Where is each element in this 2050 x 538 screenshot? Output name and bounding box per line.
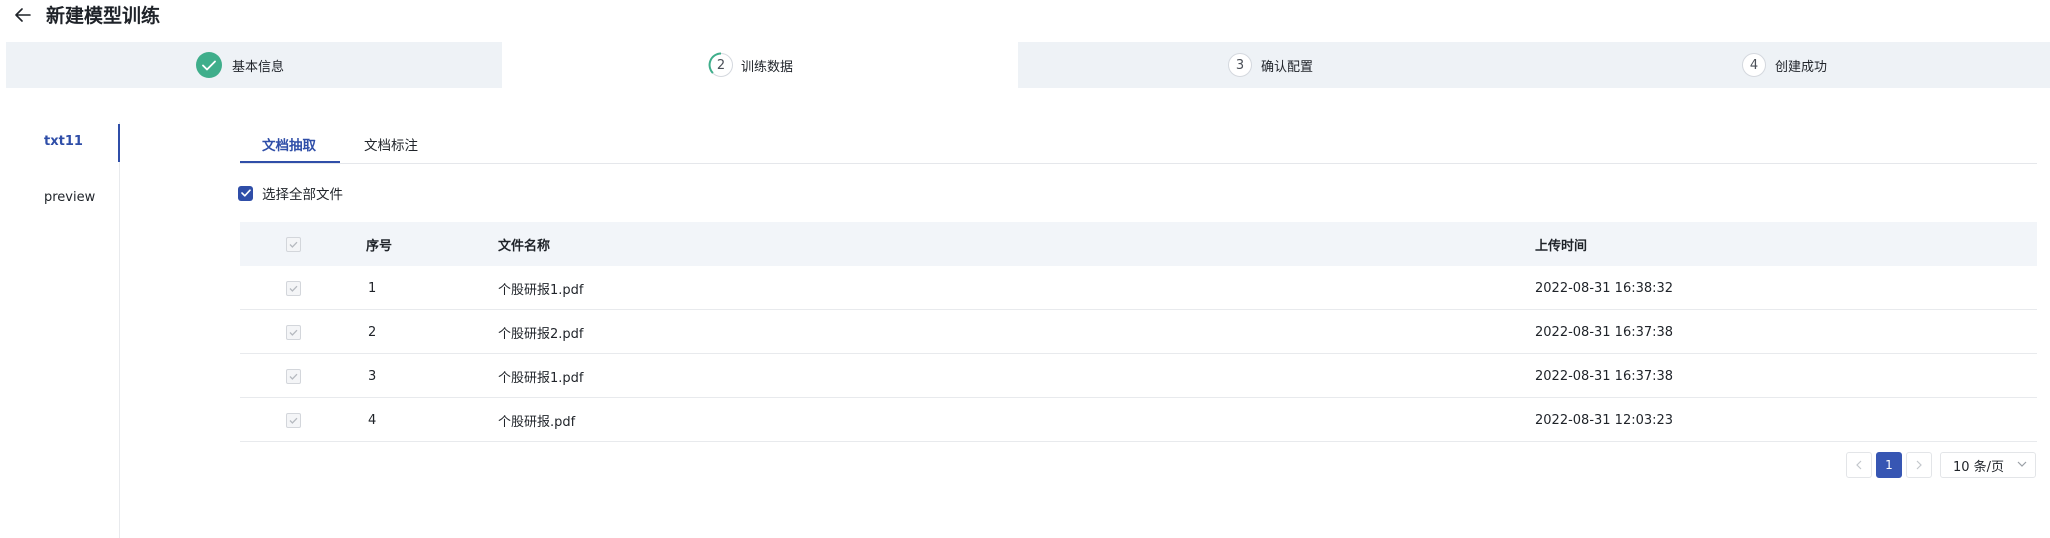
select-all-checkbox[interactable]: 选择全部文件 bbox=[238, 183, 343, 203]
row-checkbox[interactable] bbox=[286, 412, 301, 428]
step-label: 创建成功 bbox=[1775, 59, 1828, 75]
step-number: 2 bbox=[716, 57, 726, 73]
checkbox-checked-icon bbox=[238, 185, 253, 201]
tab-doc-annotate[interactable]: 文档标注 bbox=[364, 134, 418, 164]
step-progress-indicator: 2 bbox=[708, 52, 734, 78]
page-header: 新建模型训练 bbox=[0, 0, 2050, 38]
pagination: 1 10 条/页 bbox=[1846, 452, 2036, 478]
step-number: 4 bbox=[1742, 53, 1766, 77]
col-header-name: 文件名称 bbox=[498, 238, 551, 254]
chevron-right-icon bbox=[1916, 460, 1922, 470]
row-index: 1 bbox=[368, 280, 377, 296]
side-nav-divider bbox=[119, 122, 120, 538]
prev-page-button[interactable] bbox=[1846, 452, 1872, 478]
header-checkbox[interactable] bbox=[286, 236, 301, 252]
row-file-name: 个股研报1.pdf bbox=[498, 370, 584, 386]
table-header: 序号 文件名称 上传时间 bbox=[240, 222, 2037, 266]
steps-bar: 基本信息 2 训练数据 3 确认配置 4 创建成功 bbox=[6, 42, 2050, 88]
step-number: 3 bbox=[1228, 53, 1252, 77]
file-table: 序号 文件名称 上传时间 1 个股研报1.pdf 2022-08-31 16:3… bbox=[240, 222, 2037, 442]
col-header-index: 序号 bbox=[366, 238, 393, 254]
row-upload-time: 2022-08-31 16:37:38 bbox=[1535, 368, 1674, 384]
tab-active-underline bbox=[240, 161, 340, 163]
step-label: 基本信息 bbox=[232, 59, 285, 75]
row-upload-time: 2022-08-31 12:03:23 bbox=[1535, 412, 1674, 428]
step-created: 4 创建成功 bbox=[1532, 42, 2050, 88]
side-nav-active-indicator bbox=[118, 124, 120, 162]
page-size-value: 10 条/页 bbox=[1953, 459, 2005, 475]
table-row[interactable]: 2 个股研报2.pdf 2022-08-31 16:37:38 bbox=[240, 310, 2037, 354]
select-all-label: 选择全部文件 bbox=[262, 187, 343, 203]
tab-doc-extract[interactable]: 文档抽取 bbox=[262, 134, 316, 164]
row-upload-time: 2022-08-31 16:37:38 bbox=[1535, 324, 1674, 340]
row-checkbox[interactable] bbox=[286, 368, 301, 384]
table-row[interactable]: 4 个股研报.pdf 2022-08-31 12:03:23 bbox=[240, 398, 2037, 442]
row-file-name: 个股研报.pdf bbox=[498, 414, 576, 430]
page-title: 新建模型训练 bbox=[46, 5, 161, 27]
row-index: 2 bbox=[368, 324, 377, 340]
page-button-current[interactable]: 1 bbox=[1876, 452, 1902, 478]
table-row[interactable]: 1 个股研报1.pdf 2022-08-31 16:38:32 bbox=[240, 266, 2037, 310]
step-label: 训练数据 bbox=[741, 59, 794, 75]
step-label: 确认配置 bbox=[1261, 59, 1314, 75]
step-confirm-config: 3 确认配置 bbox=[1018, 42, 1532, 88]
check-icon bbox=[196, 52, 222, 78]
next-page-button[interactable] bbox=[1906, 452, 1932, 478]
row-checkbox[interactable] bbox=[286, 324, 301, 340]
page-size-select[interactable]: 10 条/页 bbox=[1940, 452, 2036, 478]
chevron-left-icon bbox=[1856, 460, 1862, 470]
side-nav: txt11 preview bbox=[0, 122, 120, 538]
row-index: 3 bbox=[368, 368, 377, 384]
row-file-name: 个股研报1.pdf bbox=[498, 282, 584, 298]
step-basic-info: 基本信息 bbox=[6, 42, 502, 88]
side-item-txt11[interactable]: txt11 bbox=[44, 134, 83, 149]
side-item-preview[interactable]: preview bbox=[44, 190, 95, 205]
row-file-name: 个股研报2.pdf bbox=[498, 326, 584, 342]
step-training-data: 2 训练数据 bbox=[502, 42, 1018, 88]
tabs: 文档抽取 文档标注 bbox=[240, 124, 2037, 164]
row-checkbox[interactable] bbox=[286, 280, 301, 296]
back-arrow-icon[interactable] bbox=[12, 4, 34, 26]
chevron-down-icon bbox=[2017, 461, 2027, 467]
row-index: 4 bbox=[368, 412, 377, 428]
col-header-time: 上传时间 bbox=[1535, 238, 1588, 254]
table-row[interactable]: 3 个股研报1.pdf 2022-08-31 16:37:38 bbox=[240, 354, 2037, 398]
row-upload-time: 2022-08-31 16:38:32 bbox=[1535, 280, 1674, 296]
